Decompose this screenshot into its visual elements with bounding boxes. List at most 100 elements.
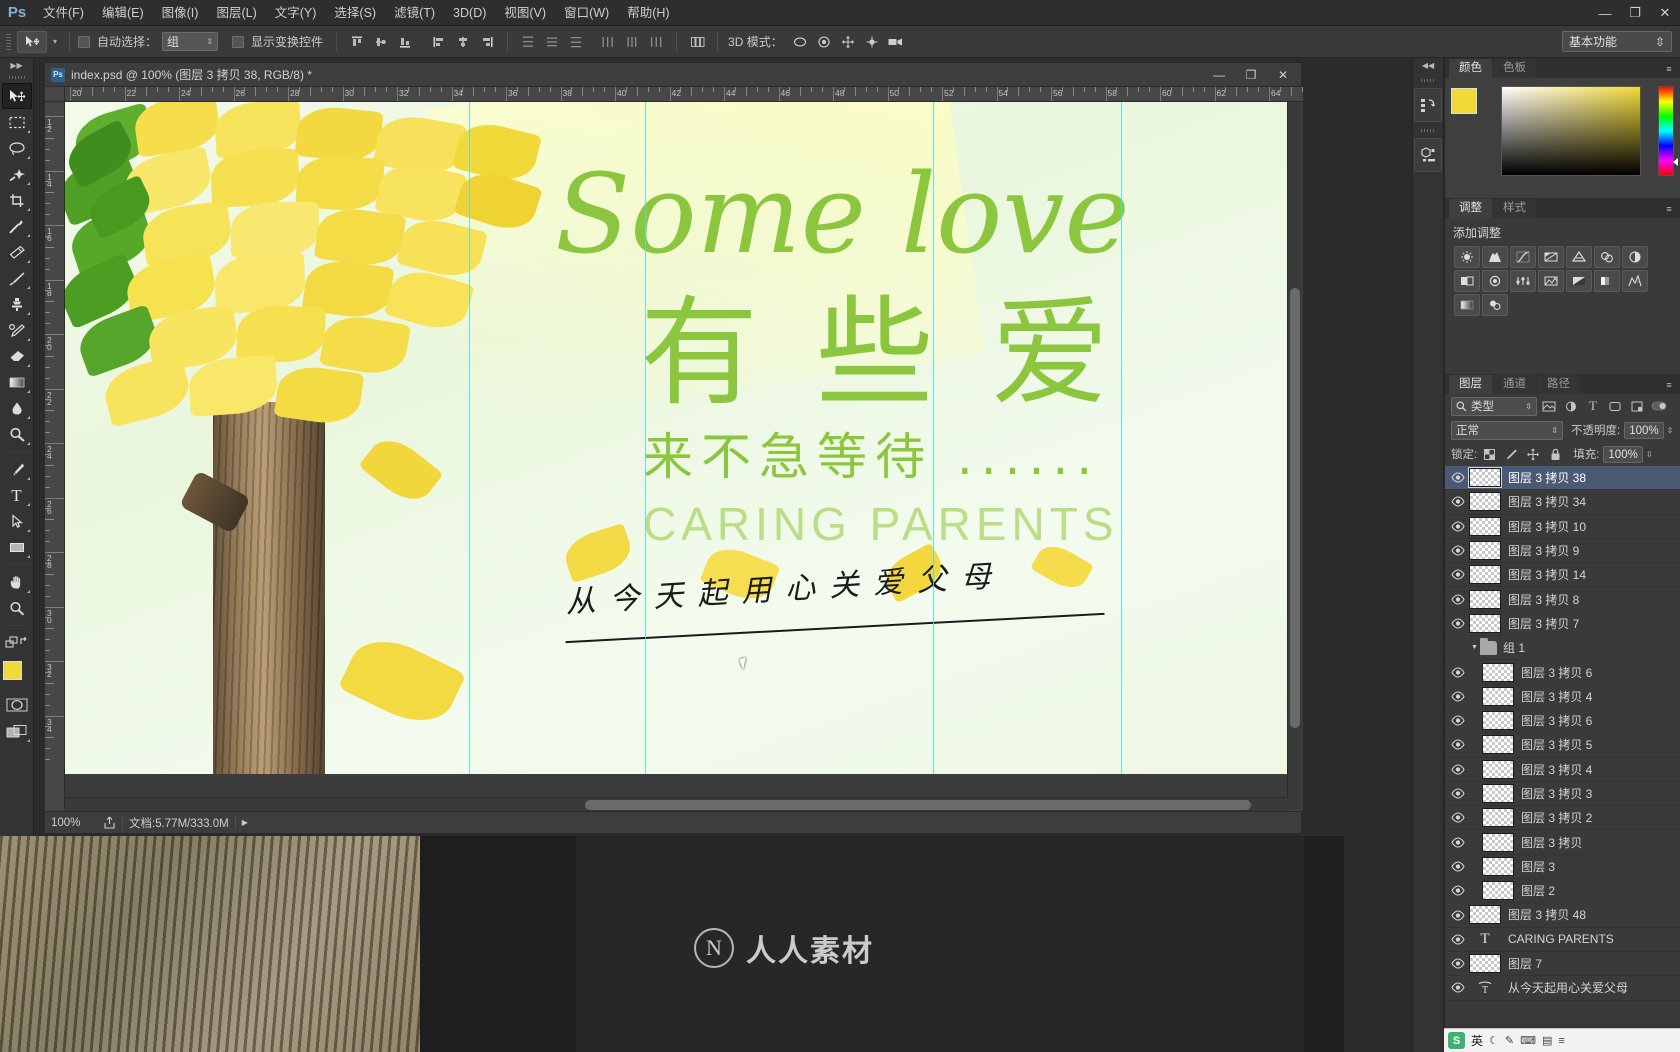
tab-layers[interactable]: 图层 xyxy=(1449,375,1492,394)
layer-row[interactable]: 图层 3 拷贝 8 xyxy=(1445,587,1680,612)
menu-help[interactable]: 帮助(H) xyxy=(618,0,678,26)
invert-icon[interactable] xyxy=(1566,270,1592,292)
align-top-edges-icon[interactable] xyxy=(346,31,368,53)
document-maximize-button[interactable]: ❐ xyxy=(1235,63,1267,87)
layer-thumbnail[interactable] xyxy=(1468,467,1502,489)
layer-visibility-toggle-icon[interactable] xyxy=(1447,636,1469,660)
layer-thumbnail[interactable] xyxy=(1482,662,1514,682)
layer-thumbnail[interactable] xyxy=(1482,759,1514,779)
layer-name[interactable]: 图层 3 拷贝 5 xyxy=(1521,736,1592,753)
layer-visibility-toggle-icon[interactable] xyxy=(1447,563,1469,587)
layer-row[interactable]: 图层 3 拷贝 9 xyxy=(1445,539,1680,564)
layer-name[interactable]: 图层 3 拷贝 6 xyxy=(1521,664,1592,681)
align-bottom-edges-icon[interactable] xyxy=(394,31,416,53)
ruler-corner[interactable] xyxy=(45,87,65,102)
horizontal-type-tool[interactable]: T xyxy=(2,482,32,508)
menu-filter[interactable]: 滤镜(T) xyxy=(385,0,444,26)
layer-thumbnail[interactable] xyxy=(1469,516,1501,536)
options-bar-grip[interactable] xyxy=(4,31,13,52)
triangle-right-icon[interactable]: ▶ xyxy=(242,818,248,827)
ime-mode-label[interactable]: 英 xyxy=(1471,1032,1483,1049)
auto-select-dropdown[interactable]: 组 ⇳ xyxy=(162,32,219,51)
layer-name[interactable]: 图层 3 拷贝 6 xyxy=(1521,712,1592,729)
quick-mask-icon[interactable] xyxy=(2,692,32,718)
layer-row[interactable]: 图层 3 拷贝 3 xyxy=(1445,782,1680,807)
lock-image-pixels-icon[interactable] xyxy=(1501,445,1521,464)
share-icon[interactable] xyxy=(103,816,116,829)
maximize-button[interactable]: ❐ xyxy=(1620,0,1650,26)
layer-thumbnail[interactable] xyxy=(1469,565,1501,585)
properties-panel-icon[interactable] xyxy=(1414,138,1442,172)
show-transform-checkbox[interactable] xyxy=(232,35,245,48)
text-layer-icon[interactable]: T xyxy=(1469,930,1501,949)
horizontal-scroll-thumb[interactable] xyxy=(585,800,1251,810)
layer-visibility-toggle-icon[interactable] xyxy=(1447,709,1469,733)
pencil-icon[interactable]: ✎ xyxy=(1505,1034,1514,1047)
auto-align-layers-icon[interactable] xyxy=(686,31,708,53)
pen-tool[interactable] xyxy=(2,456,32,482)
vertical-ruler[interactable]: 12 14 16 18 20 22 24 26 28 30 32 34 xyxy=(45,102,65,810)
group-expand-toggle-icon[interactable]: ▼ xyxy=(1469,644,1480,651)
layer-name[interactable]: 图层 2 xyxy=(1521,882,1555,899)
document-close-button[interactable]: ✕ xyxy=(1267,63,1299,87)
layer-name[interactable]: 图层 3 拷贝 34 xyxy=(1508,493,1586,510)
layer-name[interactable]: 图层 3 拷贝 4 xyxy=(1521,761,1592,778)
distribute-horizontal-centers-icon[interactable] xyxy=(621,31,643,53)
swap-colors-icon[interactable] xyxy=(2,630,32,656)
tab-styles[interactable]: 样式 xyxy=(1493,199,1536,218)
layer-name[interactable]: 图层 3 拷贝 xyxy=(1521,834,1582,851)
guide-line[interactable] xyxy=(469,102,470,774)
layer-visibility-toggle-icon[interactable] xyxy=(1447,757,1469,781)
hand-tool[interactable] xyxy=(2,569,32,595)
keyboard-icon[interactable]: ⌨ xyxy=(1520,1034,1536,1047)
layer-thumbnail[interactable] xyxy=(1469,492,1501,512)
layer-visibility-toggle-icon[interactable] xyxy=(1447,903,1469,927)
layer-row[interactable]: 图层 3 拷贝 10 xyxy=(1445,515,1680,539)
layer-name[interactable]: 图层 3 xyxy=(1521,858,1555,875)
screen-mode-icon[interactable] xyxy=(2,718,32,744)
tab-swatches[interactable]: 色板 xyxy=(1493,59,1536,78)
dock-collapse-icon[interactable]: ◀◀ xyxy=(1413,58,1443,72)
layer-row[interactable]: 图层 3 拷贝 4 xyxy=(1445,685,1680,709)
curves-icon[interactable] xyxy=(1510,246,1536,268)
layer-visibility-toggle-icon[interactable] xyxy=(1447,733,1469,757)
hue-saturation-icon[interactable] xyxy=(1594,246,1620,268)
opacity-chevron-icon[interactable]: ⇳ xyxy=(1667,426,1674,435)
vertical-scroll-thumb[interactable] xyxy=(1290,288,1300,728)
layer-thumbnail[interactable] xyxy=(1469,905,1501,925)
posterize-icon[interactable] xyxy=(1594,270,1620,292)
layer-row[interactable]: 图层 3 xyxy=(1445,854,1680,880)
warped-text-layer-icon[interactable]: T xyxy=(1469,978,1501,997)
photo-filter-icon[interactable] xyxy=(1482,270,1508,292)
3d-pan-icon[interactable] xyxy=(837,31,859,53)
layer-row[interactable]: 图层 3 拷贝 14 xyxy=(1445,563,1680,588)
brightness-contrast-icon[interactable] xyxy=(1454,246,1480,268)
eyedropper-tool[interactable] xyxy=(2,213,32,239)
layer-name[interactable]: 图层 3 拷贝 8 xyxy=(1508,591,1579,608)
layer-name[interactable]: 图层 3 拷贝 2 xyxy=(1521,809,1592,826)
layer-name[interactable]: CARING PARENTS xyxy=(1508,932,1614,946)
filter-pixel-icon[interactable] xyxy=(1539,397,1559,416)
sogou-ime-logo-icon[interactable]: S xyxy=(1448,1032,1465,1049)
layer-visibility-toggle-icon[interactable] xyxy=(1447,854,1469,878)
artboard[interactable]: Some love 有 些 爱 来不急等待 ...... CARING PARE… xyxy=(65,102,1289,774)
threshold-icon[interactable] xyxy=(1622,270,1648,292)
tab-paths[interactable]: 路径 xyxy=(1537,375,1580,394)
toolbar-grip[interactable] xyxy=(8,72,25,83)
guide-line[interactable] xyxy=(645,102,646,774)
guide-line[interactable] xyxy=(933,102,934,774)
auto-select-checkbox[interactable] xyxy=(78,35,90,48)
layer-row[interactable]: ▼ 组 1 xyxy=(1445,636,1680,661)
layer-thumbnail[interactable] xyxy=(1482,686,1514,706)
layer-visibility-toggle-icon[interactable] xyxy=(1447,660,1469,684)
magic-wand-tool[interactable] xyxy=(2,161,32,187)
menu-icon[interactable]: ≡ xyxy=(1558,1035,1564,1047)
menu-3d[interactable]: 3D(D) xyxy=(444,0,495,26)
hue-slider[interactable] xyxy=(1658,86,1674,176)
gradient-map-icon[interactable] xyxy=(1454,294,1480,316)
menu-image[interactable]: 图像(I) xyxy=(153,0,208,26)
path-selection-tool[interactable] xyxy=(2,508,32,534)
layer-row[interactable]: 图层 3 拷贝 5 xyxy=(1445,733,1680,758)
layer-row[interactable]: 图层 3 拷贝 48 xyxy=(1445,903,1680,928)
layer-name[interactable]: 图层 3 拷贝 9 xyxy=(1508,542,1579,559)
